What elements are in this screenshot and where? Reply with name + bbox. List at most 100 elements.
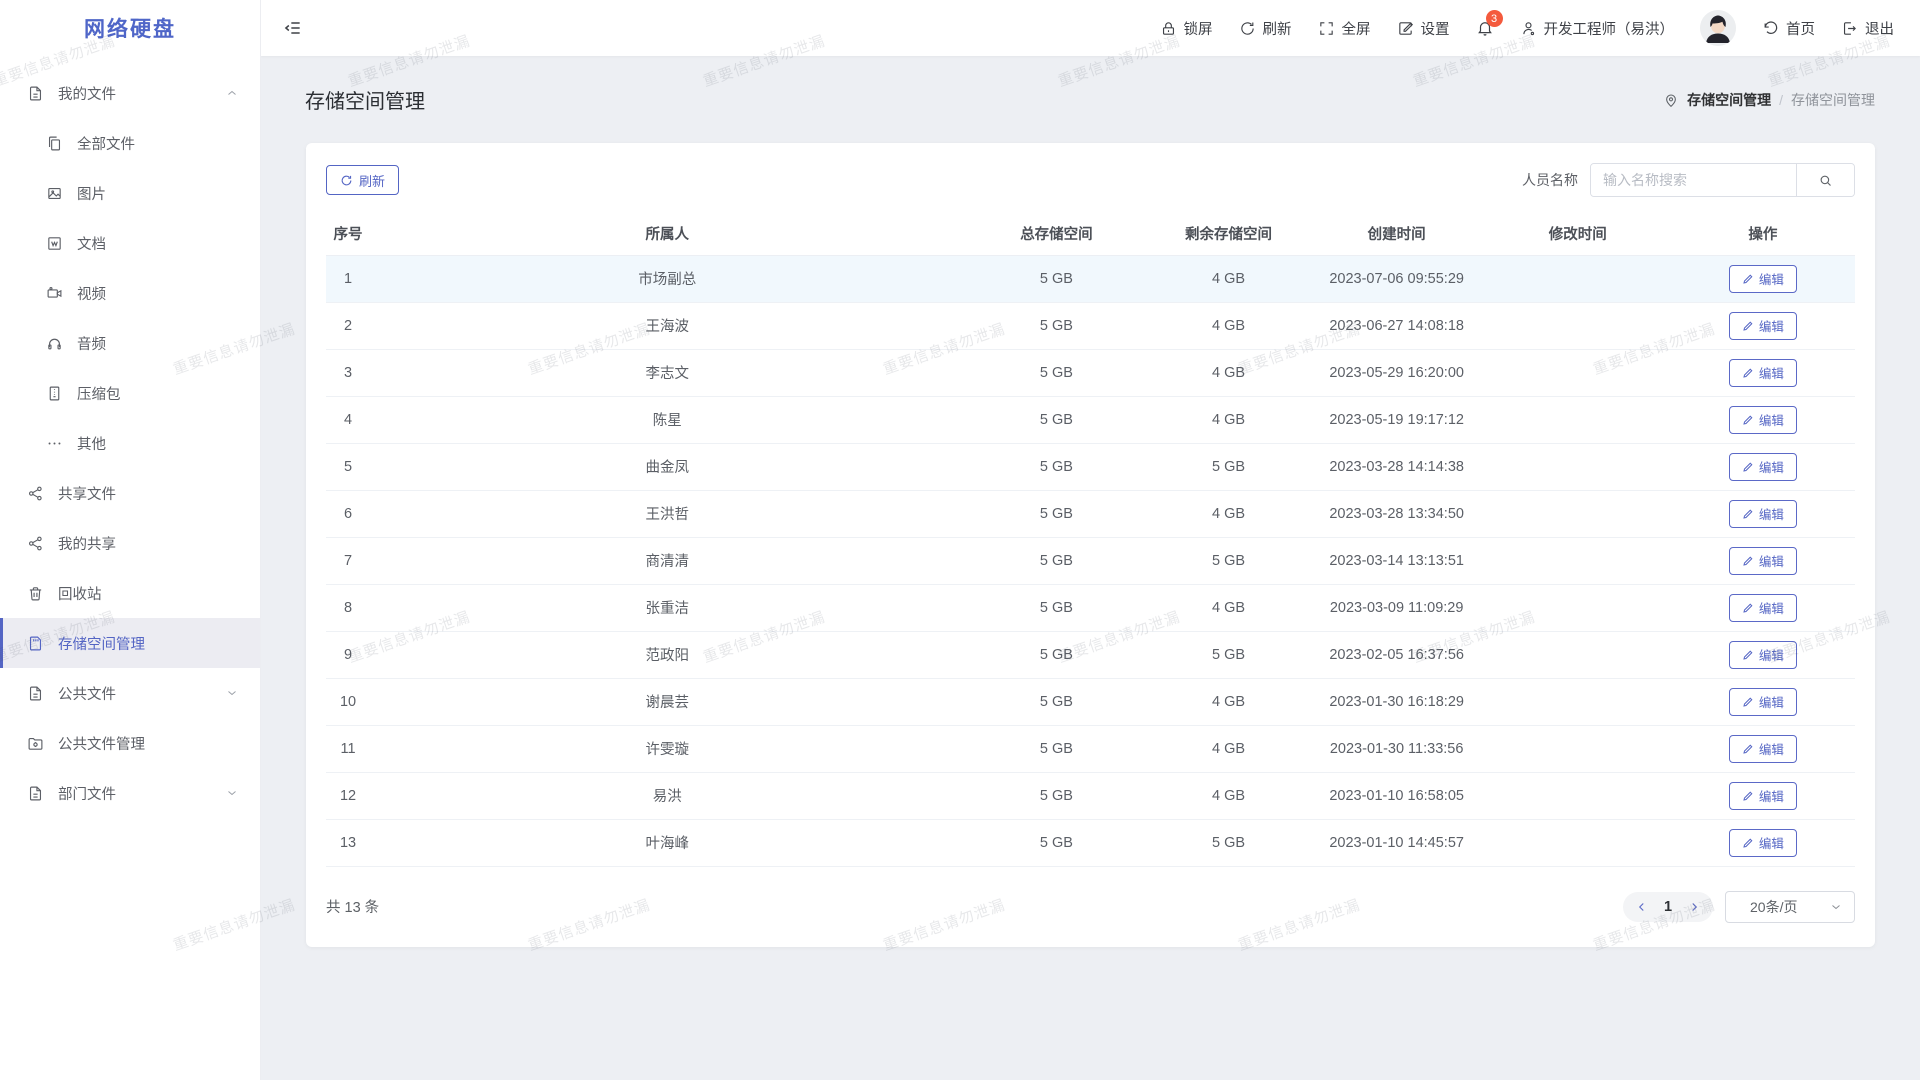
notifications-button[interactable]: 3 — [1476, 19, 1494, 37]
pagination: 1 20条/页 — [1623, 891, 1855, 923]
cell-created: 2023-03-28 13:34:50 — [1309, 490, 1485, 537]
cell-total: 5 GB — [964, 255, 1148, 302]
search-label: 人员名称 — [1522, 170, 1578, 190]
sidebar-item-label: 部门文件 — [58, 783, 116, 804]
edit-label: 编辑 — [1759, 457, 1784, 476]
sidebar-item-recycle-bin[interactable]: 回收站 — [0, 568, 260, 618]
sidebar-item-label: 压缩包 — [77, 383, 121, 404]
storage-table: 序号 所属人 总存储空间 剩余存储空间 创建时间 修改时间 操作 1 市场副总 … — [326, 213, 1855, 867]
fullscreen-button[interactable]: 全屏 — [1318, 18, 1371, 39]
page-size-value: 20条/页 — [1750, 897, 1797, 917]
page-title: 存储空间管理 — [305, 85, 425, 114]
sidebar-item-department-files[interactable]: 部门文件 — [0, 768, 260, 818]
sidebar-item-all-files[interactable]: 全部文件 — [0, 118, 260, 168]
sidebar-item-documents[interactable]: 文档 — [0, 218, 260, 268]
cell-created: 2023-03-28 14:14:38 — [1309, 443, 1485, 490]
pencil-icon — [1742, 508, 1754, 520]
sidebar-collapse-button[interactable] — [283, 18, 303, 38]
cell-total: 5 GB — [964, 678, 1148, 725]
cell-remain: 4 GB — [1149, 678, 1309, 725]
sidebar-item-label: 公共文件管理 — [58, 733, 145, 754]
current-page[interactable]: 1 — [1655, 899, 1681, 915]
edit-button[interactable]: 编辑 — [1729, 547, 1797, 575]
cell-seq: 9 — [326, 631, 370, 678]
home-button[interactable]: 首页 — [1762, 18, 1815, 39]
edit-button[interactable]: 编辑 — [1729, 829, 1797, 857]
sidebar-item-archives[interactable]: 压缩包 — [0, 368, 260, 418]
sidebar-item-videos[interactable]: 视频 — [0, 268, 260, 318]
cell-modified — [1485, 725, 1671, 772]
refresh-button[interactable]: 刷新 — [1239, 18, 1292, 39]
pencil-icon — [1742, 367, 1754, 379]
cell-seq: 3 — [326, 349, 370, 396]
edit-label: 编辑 — [1759, 316, 1784, 335]
avatar-image — [1700, 10, 1736, 46]
image-icon — [46, 185, 63, 202]
chevron-down-icon — [226, 787, 238, 799]
cell-remain: 4 GB — [1149, 255, 1309, 302]
sidebar-item-storage-management[interactable]: 存储空间管理 — [0, 618, 260, 668]
cell-total: 5 GB — [964, 584, 1148, 631]
edit-button[interactable]: 编辑 — [1729, 500, 1797, 528]
cell-modified — [1485, 772, 1671, 819]
edit-button[interactable]: 编辑 — [1729, 688, 1797, 716]
file-text-icon — [27, 85, 44, 102]
user-menu[interactable]: 开发工程师（易洪） — [1520, 18, 1675, 39]
search-button[interactable] — [1796, 164, 1854, 196]
refresh-icon — [340, 174, 353, 187]
pencil-icon — [1742, 414, 1754, 426]
edit-label: 编辑 — [1759, 598, 1784, 617]
sidebar-item-audio[interactable]: 音频 — [0, 318, 260, 368]
sidebar-item-my-files[interactable]: 我的文件 — [0, 68, 260, 118]
lock-screen-label: 锁屏 — [1184, 18, 1213, 39]
edit-button[interactable]: 编辑 — [1729, 312, 1797, 340]
edit-button[interactable]: 编辑 — [1729, 453, 1797, 481]
cell-owner: 王洪哲 — [370, 490, 964, 537]
cell-remain: 4 GB — [1149, 584, 1309, 631]
edit-button[interactable]: 编辑 — [1729, 594, 1797, 622]
edit-label: 编辑 — [1759, 833, 1784, 852]
sidebar-item-label: 视频 — [77, 283, 106, 304]
sidebar-menu: 我的文件 全部文件 图片 文档 视频 音频 压缩包 其他 — [0, 56, 260, 818]
lock-screen-button[interactable]: 锁屏 — [1160, 18, 1213, 39]
table-row: 9 范政阳 5 GB 5 GB 2023-02-05 16:37:56 编辑 — [326, 631, 1855, 678]
settings-button[interactable]: 设置 — [1397, 18, 1450, 39]
lock-icon — [1160, 20, 1177, 37]
search-input[interactable] — [1591, 164, 1796, 196]
home-label: 首页 — [1786, 18, 1815, 39]
file-text-icon — [27, 685, 44, 702]
edit-button[interactable]: 编辑 — [1729, 265, 1797, 293]
cell-seq: 13 — [326, 819, 370, 866]
page-size-select[interactable]: 20条/页 — [1725, 891, 1855, 923]
cell-total: 5 GB — [964, 396, 1148, 443]
table-row: 2 王海波 5 GB 4 GB 2023-06-27 14:08:18 编辑 — [326, 302, 1855, 349]
edit-button[interactable]: 编辑 — [1729, 735, 1797, 763]
cell-modified — [1485, 302, 1671, 349]
avatar[interactable] — [1700, 10, 1736, 46]
logout-label: 退出 — [1865, 18, 1894, 39]
breadcrumb-root[interactable]: 存储空间管理 — [1687, 90, 1771, 110]
cell-seq: 11 — [326, 725, 370, 772]
edit-button[interactable]: 编辑 — [1729, 641, 1797, 669]
edit-button[interactable]: 编辑 — [1729, 359, 1797, 387]
sidebar-item-my-shares[interactable]: 我的共享 — [0, 518, 260, 568]
col-modified: 修改时间 — [1485, 213, 1671, 255]
table-refresh-button[interactable]: 刷新 — [326, 165, 399, 195]
edit-button[interactable]: 编辑 — [1729, 406, 1797, 434]
sidebar-item-shared-files[interactable]: 共享文件 — [0, 468, 260, 518]
cell-seq: 8 — [326, 584, 370, 631]
prev-page-button[interactable] — [1629, 892, 1655, 922]
sidebar-item-images[interactable]: 图片 — [0, 168, 260, 218]
table-row: 3 李志文 5 GB 4 GB 2023-05-29 16:20:00 编辑 — [326, 349, 1855, 396]
cell-created: 2023-03-09 11:09:29 — [1309, 584, 1485, 631]
next-page-button[interactable] — [1681, 892, 1707, 922]
edit-button[interactable]: 编辑 — [1729, 782, 1797, 810]
sidebar-item-public-files-management[interactable]: 公共文件管理 — [0, 718, 260, 768]
sidebar-item-public-files[interactable]: 公共文件 — [0, 668, 260, 718]
table-refresh-label: 刷新 — [359, 171, 385, 190]
page-header: 存储空间管理 存储空间管理 / 存储空间管理 — [261, 56, 1920, 143]
logout-button[interactable]: 退出 — [1841, 18, 1894, 39]
sidebar-item-other[interactable]: 其他 — [0, 418, 260, 468]
table-row: 1 市场副总 5 GB 4 GB 2023-07-06 09:55:29 编辑 — [326, 255, 1855, 302]
cell-remain: 5 GB — [1149, 537, 1309, 584]
